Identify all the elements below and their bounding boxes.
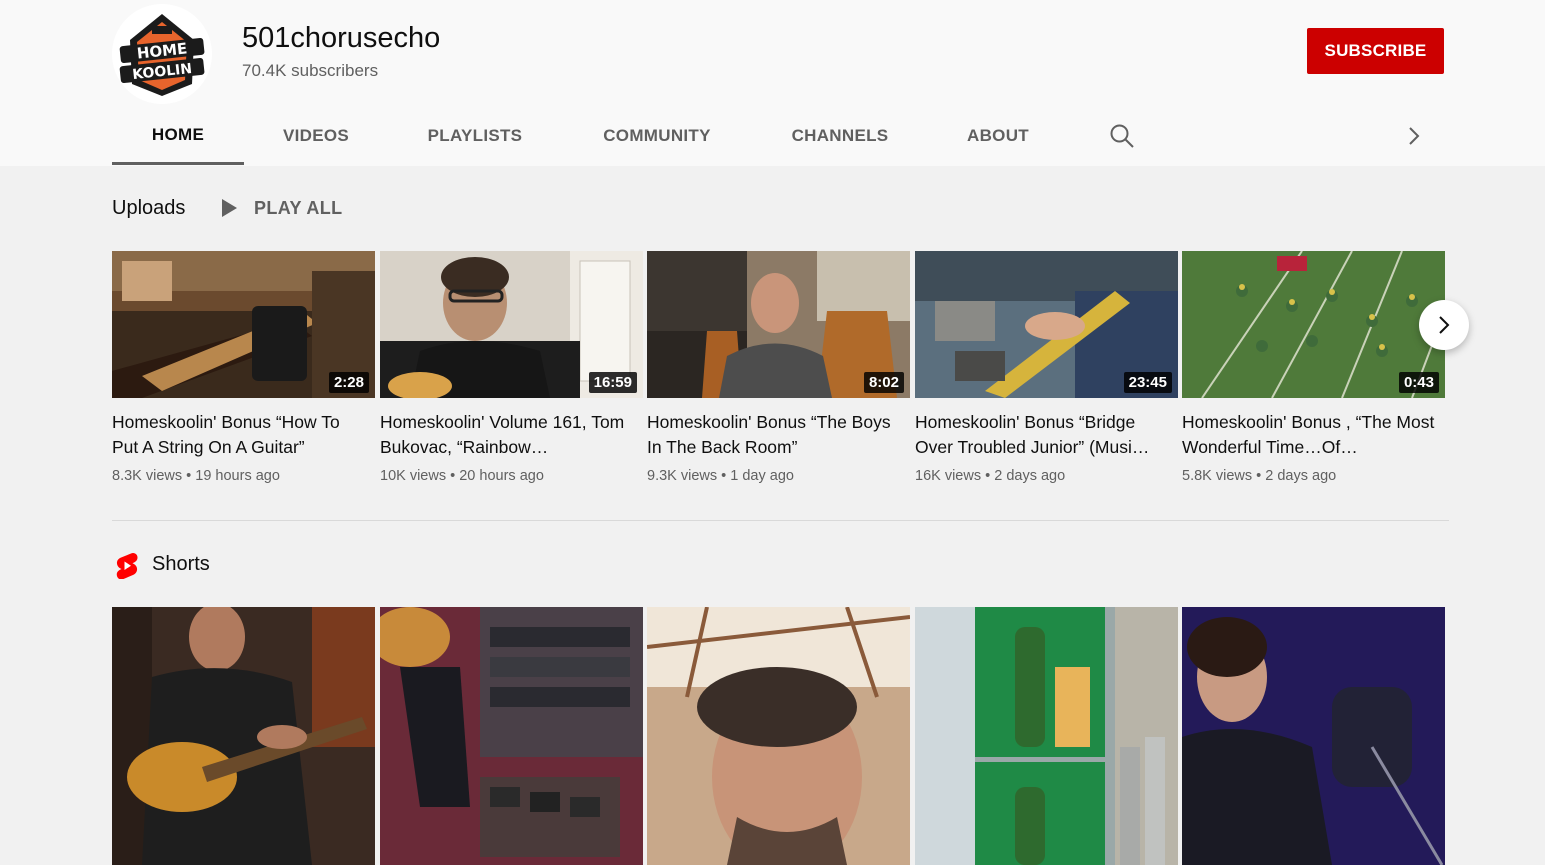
video-age: 2 days ago: [994, 468, 1066, 484]
tab-home[interactable]: HOME: [112, 108, 244, 165]
play-all-label: PLAY ALL: [254, 197, 343, 218]
video-views: 10K views: [380, 468, 447, 484]
shorts-icon: [116, 552, 138, 580]
video-card[interactable]: 16:59 Homeskoolin' Volume 161, Tom Bukov…: [380, 251, 643, 484]
video-card[interactable]: 0:43 Homeskoolin' Bonus , “The Most Wond…: [1182, 251, 1445, 484]
subscriber-count: 70.4K subscribers: [242, 61, 379, 80]
video-views: 5.8K views: [1182, 468, 1253, 484]
play-icon: [222, 199, 237, 217]
video-age: 19 hours ago: [195, 468, 280, 484]
tab-videos[interactable]: VIDEOS: [244, 108, 388, 164]
video-title[interactable]: Homeskoolin' Bonus “Bridge Over Troubled…: [915, 410, 1178, 460]
play-all-button[interactable]: PLAY ALL: [218, 196, 343, 220]
video-thumbnail[interactable]: 0:43: [1182, 251, 1445, 398]
video-card[interactable]: 8:02 Homeskoolin' Bonus “The Boys In The…: [647, 251, 910, 484]
short-thumbnail[interactable]: [915, 607, 1178, 865]
search-icon[interactable]: [1108, 122, 1136, 150]
tab-community[interactable]: COMMUNITY: [562, 108, 752, 164]
chevron-right-icon[interactable]: [1402, 122, 1426, 150]
tab-about[interactable]: ABOUT: [928, 108, 1068, 164]
carousel-next-button[interactable]: [1419, 300, 1469, 350]
section-divider: [112, 520, 1449, 521]
video-views: 9.3K views: [647, 468, 718, 484]
video-card[interactable]: 2:28 Homeskoolin' Bonus “How To Put A St…: [112, 251, 375, 484]
subscribe-button[interactable]: SUBSCRIBE: [1307, 28, 1444, 74]
short-thumbnail[interactable]: [112, 607, 375, 865]
short-thumbnail[interactable]: [380, 607, 643, 865]
video-title[interactable]: Homeskoolin' Bonus , “The Most Wonderful…: [1182, 410, 1445, 460]
tab-channels[interactable]: CHANNELS: [752, 108, 928, 164]
video-views: 8.3K views: [112, 468, 183, 484]
video-meta: 8.3K views • 19 hours ago: [112, 468, 280, 484]
video-age: 1 day ago: [730, 468, 794, 484]
video-duration: 2:28: [328, 372, 369, 393]
video-thumbnail[interactable]: 23:45: [915, 251, 1178, 398]
video-title[interactable]: Homeskoolin' Volume 161, Tom Bukovac, “R…: [380, 410, 643, 460]
homeskoolin-logo: HOME KOOLIN: [112, 4, 212, 104]
channel-avatar[interactable]: HOME KOOLIN: [112, 4, 212, 104]
video-duration: 23:45: [1123, 372, 1172, 393]
video-meta: 5.8K views • 2 days ago: [1182, 468, 1337, 484]
chevron-right-icon: [1439, 316, 1450, 334]
uploads-title: Uploads: [112, 197, 186, 219]
channel-tabs: HOME VIDEOS PLAYLISTS COMMUNITY CHANNELS…: [112, 108, 1068, 166]
video-thumbnail[interactable]: 8:02: [647, 251, 910, 398]
video-age: 20 hours ago: [459, 468, 544, 484]
video-duration: 0:43: [1398, 372, 1439, 393]
video-meta: 10K views • 20 hours ago: [380, 468, 544, 484]
video-title[interactable]: Homeskoolin' Bonus “How To Put A String …: [112, 410, 375, 460]
channel-name: 501chorusecho: [242, 22, 441, 54]
channel-header: HOME KOOLIN 501chorusecho 70.4K subscrib…: [0, 0, 1545, 166]
short-thumbnail[interactable]: [647, 607, 910, 865]
video-meta: 16K views • 2 days ago: [915, 468, 1066, 484]
short-thumbnail[interactable]: [1182, 607, 1445, 865]
shorts-title: Shorts: [152, 553, 210, 575]
video-thumbnail[interactable]: 16:59: [380, 251, 643, 398]
video-card[interactable]: 23:45 Homeskoolin' Bonus “Bridge Over Tr…: [915, 251, 1178, 484]
video-title[interactable]: Homeskoolin' Bonus “The Boys In The Back…: [647, 410, 910, 460]
video-duration: 16:59: [588, 372, 637, 393]
video-age: 2 days ago: [1265, 468, 1337, 484]
video-thumbnail[interactable]: 2:28: [112, 251, 375, 398]
video-duration: 8:02: [863, 372, 904, 393]
video-views: 16K views: [915, 468, 982, 484]
tab-playlists[interactable]: PLAYLISTS: [388, 108, 562, 164]
video-meta: 9.3K views • 1 day ago: [647, 468, 794, 484]
